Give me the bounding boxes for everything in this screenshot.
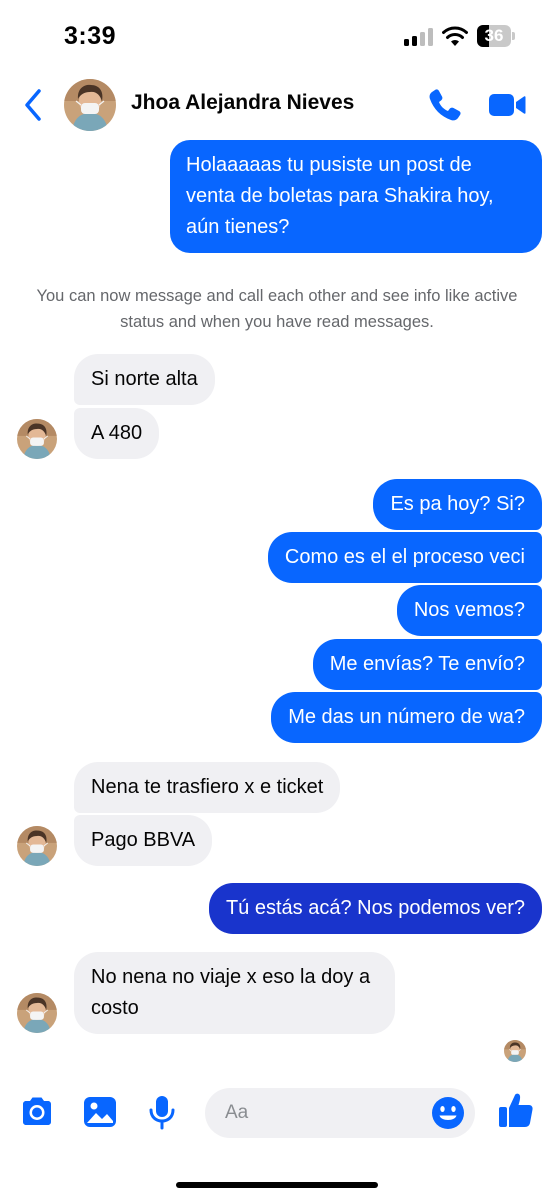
incoming-message[interactable]: Nena te trasfiero x e ticket: [74, 762, 341, 813]
incoming-message[interactable]: Si norte alta: [74, 354, 215, 405]
thumbs-up-icon[interactable]: [496, 1090, 536, 1130]
message-input[interactable]: [225, 1088, 425, 1138]
message-input-container[interactable]: [205, 1088, 475, 1138]
system-notice: You can now message and call each other …: [36, 287, 518, 331]
battery-level: 36: [484, 26, 504, 45]
message-composer: [0, 1080, 554, 1150]
incoming-message[interactable]: No nena no viaje x eso la doy a costo: [74, 952, 395, 1034]
status-bar: 3:39 36: [0, 0, 554, 66]
status-time: 3:39: [64, 22, 117, 50]
outgoing-message[interactable]: Como es el el proceso veci: [267, 532, 542, 583]
incoming-message[interactable]: A 480: [74, 408, 160, 459]
camera-icon[interactable]: [19, 1094, 55, 1130]
video-camera-icon[interactable]: [488, 88, 526, 122]
incoming-message[interactable]: Pago BBVA: [74, 815, 213, 866]
microphone-icon[interactable]: [144, 1094, 180, 1130]
conversation-header: Jhoa Alejandra Nieves: [0, 66, 554, 144]
battery-icon: 36: [477, 25, 517, 47]
read-receipt-avatar: [504, 1040, 526, 1062]
outgoing-message[interactable]: Me envías? Te envío?: [312, 639, 542, 690]
sender-avatar[interactable]: [17, 993, 57, 1033]
outgoing-message[interactable]: Es pa hoy? Si?: [373, 479, 542, 530]
contact-avatar[interactable]: [64, 79, 116, 131]
cellular-signal-icon: [404, 28, 434, 46]
contact-name[interactable]: Jhoa Alejandra Nieves: [131, 91, 354, 115]
wifi-icon: [442, 26, 468, 46]
smiley-icon[interactable]: [431, 1096, 465, 1130]
phone-icon[interactable]: [426, 86, 464, 124]
outgoing-message[interactable]: Holaaaaas tu pusiste un post de venta de…: [170, 140, 542, 253]
outgoing-message[interactable]: Me das un número de wa?: [271, 692, 542, 743]
image-icon[interactable]: [82, 1094, 118, 1130]
home-indicator: [176, 1182, 378, 1188]
outgoing-message[interactable]: Tú estás acá? Nos podemos ver?: [208, 883, 542, 934]
chevron-left-icon[interactable]: [22, 88, 44, 122]
sender-avatar[interactable]: [17, 826, 57, 866]
outgoing-message[interactable]: Nos vemos?: [396, 585, 542, 636]
sender-avatar[interactable]: [17, 419, 57, 459]
